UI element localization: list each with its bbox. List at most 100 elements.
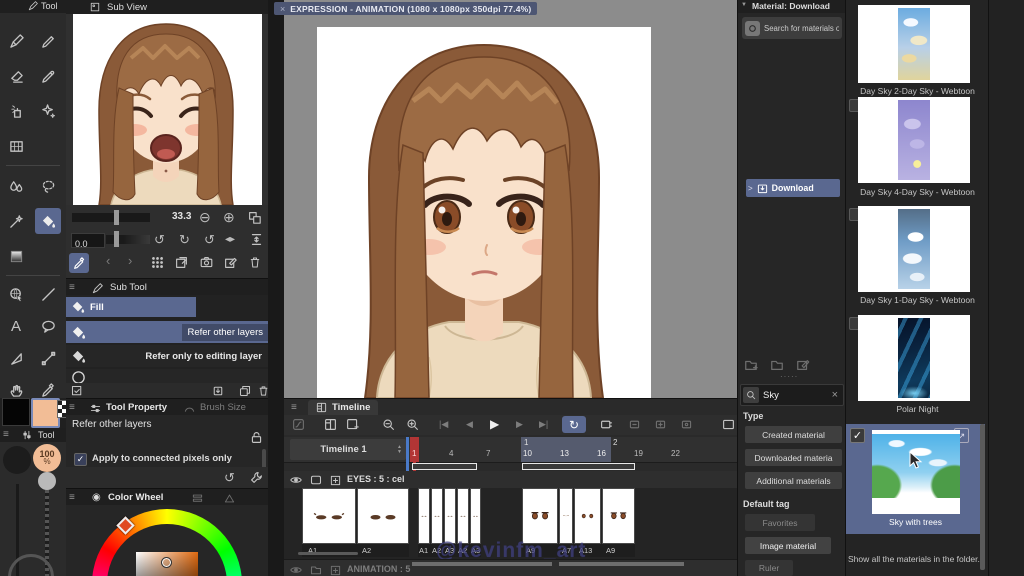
play-button[interactable]: ▶ (490, 417, 499, 431)
onion-prev-icon[interactable] (628, 418, 641, 431)
register-settings-icon[interactable] (71, 385, 83, 397)
track-range-bar[interactable] (559, 562, 684, 566)
lasso-tool[interactable] (35, 173, 61, 199)
opacity-slider-knob[interactable] (38, 472, 56, 490)
tab-tool-property[interactable]: Tool Property (106, 402, 167, 413)
pen-tool[interactable] (3, 28, 29, 54)
menu-icon[interactable]: ≡ (69, 492, 75, 503)
tab-timeline[interactable]: Timeline (308, 400, 378, 415)
auto-select-tool[interactable] (3, 208, 29, 234)
loop-play-button[interactable]: ↻ (562, 416, 586, 433)
folder-thumb-icon[interactable] (310, 563, 322, 576)
subtool-item-refer-other-layers[interactable]: Refer other layers (66, 321, 268, 343)
material-item-day-sky-4[interactable] (858, 97, 970, 183)
track-range-bar[interactable] (412, 562, 552, 566)
cel-a9-2[interactable] (602, 488, 635, 544)
fit-screen-icon[interactable] (248, 211, 261, 224)
main-color-swatch[interactable] (2, 398, 30, 426)
figure-tool[interactable] (3, 345, 29, 371)
color-set-tab-icon[interactable] (224, 493, 235, 504)
material-item-polar-night[interactable] (858, 315, 970, 401)
filter-additional-materials[interactable]: Additional materials (745, 472, 842, 489)
onion-next-icon[interactable] (654, 418, 667, 431)
tab-color-wheel[interactable]: Color Wheel (108, 492, 163, 503)
folder-settings-icon[interactable] (770, 358, 784, 372)
cel-a7[interactable] (559, 488, 573, 544)
search-value[interactable]: Sky (763, 390, 828, 401)
menu-icon[interactable]: ≡ (69, 402, 75, 413)
timeline-ruler[interactable]: Timeline 1 ▲ ▼ 1 2 4 7 10 13 16 19 22 (284, 437, 737, 463)
subview-zoom-slider[interactable] (72, 213, 150, 222)
material-item-day-sky-1[interactable] (858, 206, 970, 292)
clear-search-icon[interactable]: × (832, 389, 843, 401)
filter-created-material[interactable]: Created material (745, 426, 842, 443)
decoration-tool[interactable] (35, 98, 61, 124)
lock-icon[interactable] (250, 431, 263, 444)
airbrush-tool[interactable] (3, 98, 29, 124)
line-tool[interactable] (35, 281, 61, 307)
material-item-day-sky-2[interactable] (858, 5, 970, 83)
materials-scrollbar[interactable] (980, 424, 985, 570)
flip-horizontal-button[interactable]: ◂▸ (225, 234, 235, 245)
new-folder-icon[interactable] (744, 358, 758, 372)
trash-icon[interactable] (249, 256, 261, 269)
canvas-area[interactable]: × EXPRESSION - ANIMATION (1080 x 1080px … (284, 0, 737, 398)
edit-icon[interactable] (224, 256, 237, 269)
cel-range-bar[interactable] (522, 463, 635, 470)
rotate-cw-button[interactable]: ↻ (179, 232, 190, 248)
next-frame-button[interactable]: ▶ (516, 419, 523, 430)
next-image-button[interactable]: › (128, 253, 132, 268)
edit-folder-icon[interactable] (796, 358, 810, 372)
cel-a2[interactable] (357, 488, 409, 544)
gradient-tool[interactable] (3, 243, 29, 269)
subview-zoom-handle[interactable] (114, 210, 119, 225)
drag-handle-dots[interactable]: ····· (780, 372, 798, 381)
cel-narrow[interactable] (457, 488, 469, 544)
zoom-in-button[interactable]: ⊕ (223, 209, 235, 226)
search-assets-button[interactable]: Search for materials on A (742, 17, 842, 39)
import-icon[interactable] (212, 385, 224, 397)
prev-frame-button[interactable]: ◀ (466, 419, 473, 430)
brush-tool[interactable] (35, 28, 61, 54)
canvas-page[interactable] (317, 27, 651, 398)
subview-rotation-field[interactable]: 0.0 (71, 233, 105, 248)
timeline-zoom-in-icon[interactable] (406, 418, 419, 431)
first-frame-button[interactable]: |◀ (439, 419, 448, 430)
material-checkbox-checked[interactable]: ✓ (850, 428, 865, 443)
new-timeline-icon[interactable] (292, 418, 305, 431)
import-image-icon[interactable] (175, 256, 188, 269)
track-row-animation[interactable]: ANIMATION : 5 (284, 559, 737, 576)
subtool-item-refer-only-editing[interactable]: Refer only to editing layer (66, 345, 268, 367)
cel-range-bar[interactable] (412, 463, 477, 470)
wrench-icon[interactable] (250, 471, 263, 484)
reset-tool-button[interactable]: ↺ (224, 470, 235, 486)
frame-tool[interactable] (3, 133, 29, 159)
tag-ruler[interactable]: Ruler (745, 560, 793, 576)
object-tool[interactable] (3, 281, 29, 307)
hscroll-indicator[interactable] (298, 552, 358, 555)
cel-narrow[interactable] (418, 488, 430, 544)
last-frame-button[interactable]: ▶| (539, 419, 548, 430)
subview-rotation-slider[interactable] (106, 235, 150, 244)
document-tab[interactable]: × EXPRESSION - ANIMATION (1080 x 1080px … (274, 2, 537, 15)
menu-icon[interactable]: ≡ (69, 282, 75, 293)
cel-a1[interactable] (302, 488, 356, 544)
timeline-zoom-out-icon[interactable] (382, 418, 395, 431)
reset-rotation-button[interactable]: ↺ (204, 232, 215, 248)
new-track-icon[interactable] (346, 418, 359, 431)
material-item-sky-with-trees[interactable]: ✓ ↗ Sky with trees (846, 424, 985, 534)
subview-eyedropper-button[interactable] (69, 253, 89, 273)
expand-track-icon[interactable] (330, 563, 341, 576)
track-row-eyes[interactable]: EYES : 5 : cel (284, 471, 737, 489)
correct-line-tool[interactable] (35, 345, 61, 371)
menu-icon[interactable]: ≡ (3, 429, 9, 440)
materials-search-box[interactable]: Sky × (740, 384, 844, 406)
fill-tool[interactable] (35, 208, 61, 234)
sv-selector[interactable] (161, 557, 172, 568)
zoom-out-button[interactable]: ⊖ (199, 209, 211, 226)
cel-narrow[interactable] (444, 488, 456, 544)
visibility-eye-icon[interactable] (290, 563, 302, 576)
duplicate-icon[interactable] (239, 385, 251, 397)
balloon-tool[interactable] (35, 313, 61, 339)
blend-tool[interactable] (35, 63, 61, 89)
